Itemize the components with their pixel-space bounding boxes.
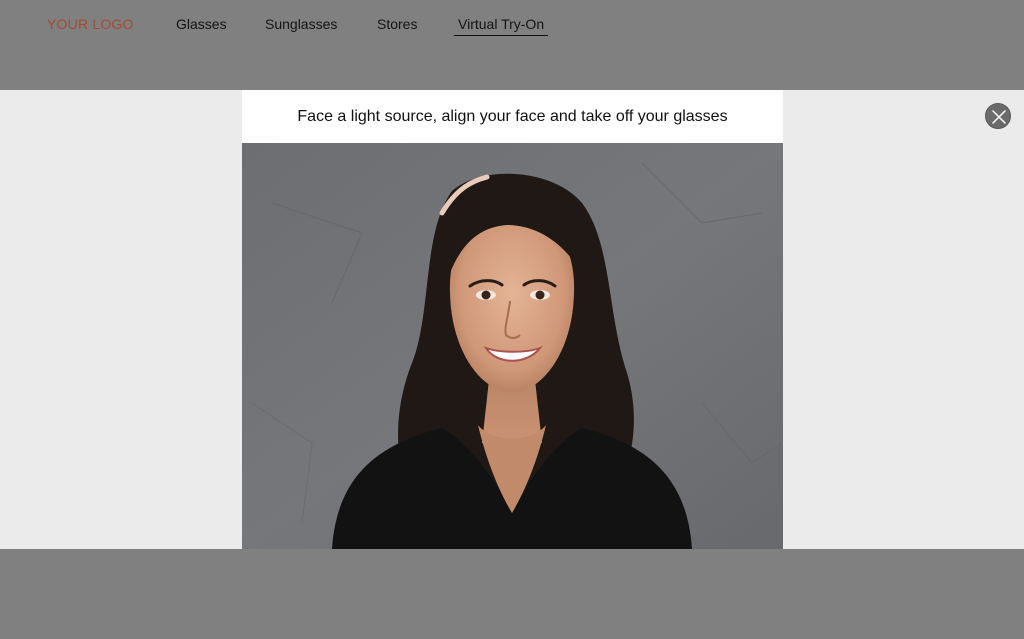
try-on-panel: Face a light source, align your face and… bbox=[242, 90, 783, 549]
try-on-overlay: Face a light source, align your face and… bbox=[0, 90, 1024, 549]
top-navigation-bar: YOUR LOGO Glasses Sunglasses Stores Virt… bbox=[0, 0, 1024, 90]
close-button[interactable] bbox=[985, 103, 1011, 129]
nav-glasses[interactable]: Glasses bbox=[176, 15, 227, 33]
nav-sunglasses[interactable]: Sunglasses bbox=[265, 15, 337, 33]
camera-preview-image bbox=[242, 143, 783, 549]
nav-virtual-try-on[interactable]: Virtual Try-On bbox=[454, 15, 549, 36]
close-icon bbox=[992, 110, 1006, 124]
camera-preview bbox=[242, 143, 783, 549]
nav-stores[interactable]: Stores bbox=[377, 15, 417, 33]
page-backdrop-bottom bbox=[0, 549, 1024, 639]
instruction-text: Face a light source, align your face and… bbox=[297, 108, 728, 125]
logo[interactable]: YOUR LOGO bbox=[47, 15, 134, 33]
